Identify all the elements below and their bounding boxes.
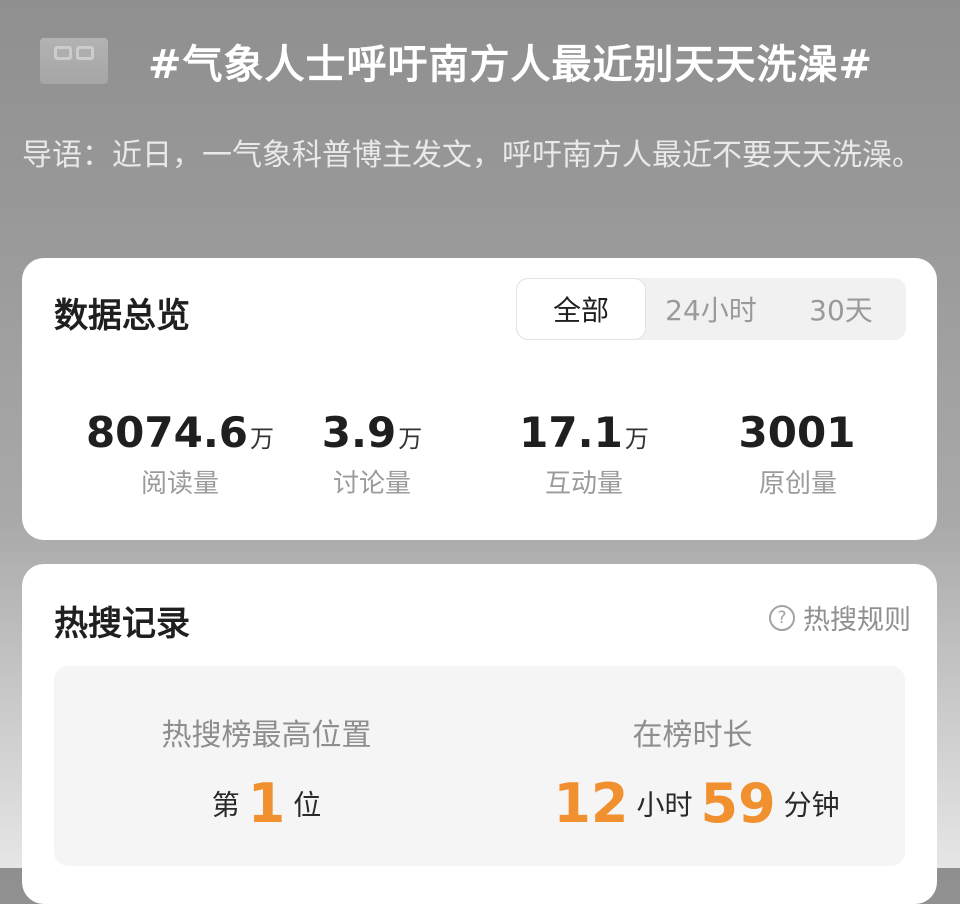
stat-label: 原创量: [758, 469, 837, 499]
peak-suffix: 位: [293, 788, 322, 822]
stat-unit: 万: [398, 425, 423, 453]
hot-search-title: 热搜记录: [54, 604, 190, 644]
stats-row: 8074.6万 阅读量 3.9万 讨论量 17.1万 互动量 3001 原创量: [22, 408, 937, 500]
stat-label: 讨论量: [332, 469, 411, 499]
tab-24-hours[interactable]: 24小时: [646, 278, 776, 340]
stat-label: 互动量: [544, 469, 623, 499]
hot-search-stats-panel: 热搜榜最高位置 第1位 在榜时长 12 小时 59 分钟: [54, 666, 905, 866]
duration-label: 在榜时长: [632, 718, 753, 753]
thumbnail-image-icon: [40, 38, 108, 84]
peak-position-value: 第1位: [54, 772, 479, 835]
thumbnail-shape: [54, 46, 72, 60]
hot-search-rules-link[interactable]: ? 热搜规则: [769, 598, 911, 637]
duration-hours-unit: 小时: [636, 788, 693, 822]
stat-value: 3001: [738, 408, 856, 457]
stat-interaction-count: 17.1万 互动量: [474, 408, 694, 500]
peak-position: 热搜榜最高位置 第1位: [54, 710, 479, 835]
topic-intro: 导语：近日，一气象科普博主发文，呼吁南方人最近不要天天洗澡。: [22, 138, 922, 173]
peak-rank: 1: [247, 772, 286, 835]
peak-position-label: 热搜榜最高位置: [161, 718, 372, 753]
duration-hours: 12: [553, 772, 629, 835]
hot-search-record-card: 热搜记录 ? 热搜规则 热搜榜最高位置 第1位 在榜时长 12 小时 59 分钟: [22, 564, 937, 904]
stat-value: 3.9万: [321, 408, 423, 457]
stat-value: 17.1万: [519, 408, 649, 457]
rules-label: 热搜规则: [803, 605, 911, 636]
topic-title: #气象人士呼吁南方人最近别天天洗澡#: [148, 42, 874, 88]
stat-label: 阅读量: [140, 469, 219, 499]
on-list-duration: 在榜时长 12 小时 59 分钟: [480, 710, 905, 835]
peak-prefix: 第: [211, 788, 240, 822]
duration-minutes: 59: [700, 772, 776, 835]
duration-minutes-unit: 分钟: [783, 788, 840, 822]
stat-read-count: 8074.6万 阅读量: [70, 408, 290, 500]
tab-all[interactable]: 全部: [516, 278, 646, 340]
duration-value: 12 小时 59 分钟: [480, 772, 905, 835]
stat-original-count: 3001 原创量: [688, 408, 908, 500]
thumbnail-shape: [76, 46, 94, 60]
overview-title: 数据总览: [54, 296, 190, 336]
data-overview-card: 数据总览 全部 24小时 30天 8074.6万 阅读量 3.9万 讨论量 17…: [22, 258, 937, 540]
stat-unit: 万: [624, 425, 649, 453]
stat-discussion-count: 3.9万 讨论量: [262, 408, 482, 500]
tab-30-days[interactable]: 30天: [776, 278, 906, 340]
time-range-tabs: 全部 24小时 30天: [516, 278, 906, 340]
stat-value: 8074.6万: [85, 408, 275, 457]
question-circle-icon: ?: [769, 604, 795, 631]
